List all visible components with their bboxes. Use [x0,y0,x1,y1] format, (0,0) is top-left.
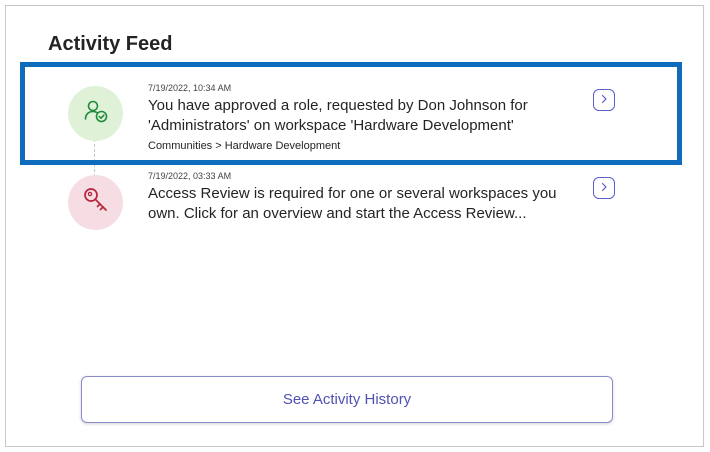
person-check-icon [82,97,110,130]
chevron-right-icon [599,91,609,109]
activity-item-role-approved[interactable]: 7/19/2022, 10:34 AM You have approved a … [20,62,682,165]
activity-feed-title: Activity Feed [48,33,173,55]
activity-message: Access Review is required for one or sev… [148,185,557,222]
open-activity-button[interactable] [593,177,615,199]
key-icon [81,185,111,220]
see-activity-history-button[interactable]: See Activity History [81,376,613,423]
activity-item-access-review[interactable]: 7/19/2022, 03:33 AM Access Review is req… [20,165,682,245]
open-activity-button[interactable] [593,89,615,111]
activity-message: You have approved a role, requested by D… [148,97,528,134]
activity-icon-circle [68,86,123,141]
activity-timestamp: 7/19/2022, 03:33 AM [148,171,232,181]
activity-breadcrumb: Communities > Hardware Development [148,140,341,152]
activity-icon-circle [68,175,123,230]
chevron-right-icon [599,179,609,197]
activity-timestamp: 7/19/2022, 10:34 AM [148,83,232,93]
